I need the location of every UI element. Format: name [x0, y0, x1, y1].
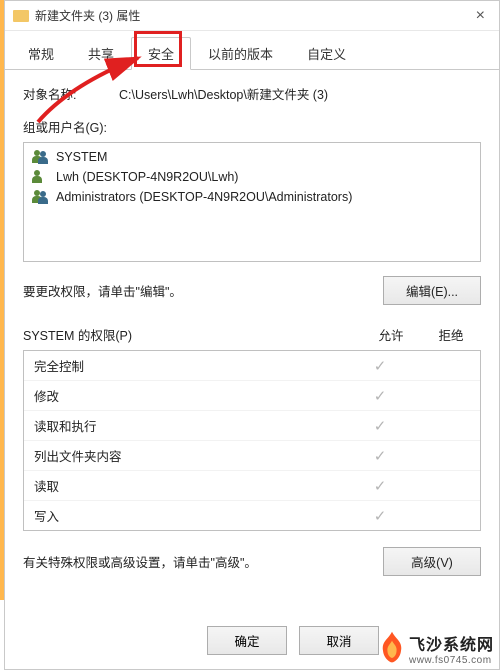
permission-name: 写入 [34, 506, 350, 525]
table-row: 修改 ✓ [24, 381, 480, 411]
title-bar: 新建文件夹 (3) 属性 × [5, 1, 499, 31]
allow-column-header: 允许 [361, 325, 421, 344]
edit-row: 要更改权限，请单击"编辑"。 编辑(E)... [23, 276, 481, 305]
list-item[interactable]: Lwh (DESKTOP-4N9R2OU\Lwh) [28, 167, 476, 187]
object-name-value: C:\Users\Lwh\Desktop\新建文件夹 (3) [119, 84, 328, 103]
users-icon [32, 150, 50, 164]
group-user-list[interactable]: SYSTEM Lwh (DESKTOP-4N9R2OU\Lwh) Adminis… [23, 142, 481, 262]
ok-button[interactable]: 确定 [207, 626, 287, 655]
tab-share[interactable]: 共享 [71, 37, 131, 69]
permissions-header: SYSTEM 的权限(P) 允许 拒绝 [23, 325, 481, 344]
group-name: Lwh (DESKTOP-4N9R2OU\Lwh) [56, 170, 238, 184]
user-icon [32, 170, 50, 184]
advanced-button[interactable]: 高级(V) [383, 547, 481, 576]
folder-icon [13, 10, 29, 22]
table-row: 读取和执行 ✓ [24, 411, 480, 441]
cancel-button[interactable]: 取消 [299, 626, 379, 655]
flame-icon [377, 630, 407, 666]
dialog-buttons: 确定 取消 [207, 626, 379, 655]
edit-button[interactable]: 编辑(E)... [383, 276, 481, 305]
tab-security[interactable]: 安全 [131, 37, 191, 70]
advanced-hint-text: 有关特殊权限或高级设置，请单击"高级"。 [23, 552, 257, 571]
group-users-label: 组或用户名(G): [23, 117, 481, 136]
permission-name: 完全控制 [34, 356, 350, 375]
table-row: 读取 ✓ [24, 471, 480, 501]
advanced-row: 有关特殊权限或高级设置，请单击"高级"。 高级(V) [23, 547, 481, 576]
permissions-header-label: SYSTEM 的权限(P) [23, 325, 132, 344]
tab-custom[interactable]: 自定义 [290, 37, 363, 69]
properties-dialog: 新建文件夹 (3) 属性 × 常规 共享 安全 以前的版本 自定义 对象名称: … [4, 0, 500, 670]
object-name-row: 对象名称: C:\Users\Lwh\Desktop\新建文件夹 (3) [23, 84, 481, 103]
window-title: 新建文件夹 (3) 属性 [35, 7, 140, 24]
permission-name: 修改 [34, 386, 350, 405]
watermark-url: www.fs0745.com [409, 655, 494, 666]
table-row: 写入 ✓ [24, 501, 480, 531]
users-icon [32, 190, 50, 204]
tab-strip: 常规 共享 安全 以前的版本 自定义 [5, 31, 499, 70]
watermark: 飞沙系统网 www.fs0745.com [377, 630, 494, 666]
allow-check-icon: ✓ [350, 357, 410, 375]
permissions-list: 完全控制 ✓ 修改 ✓ 读取和执行 ✓ 列出文件夹内容 ✓ 读取 ✓ [23, 350, 481, 531]
allow-check-icon: ✓ [350, 507, 410, 525]
permission-name: 读取和执行 [34, 416, 350, 435]
allow-check-icon: ✓ [350, 387, 410, 405]
permission-name: 列出文件夹内容 [34, 446, 350, 465]
watermark-title: 飞沙系统网 [409, 631, 494, 655]
tab-previous-versions[interactable]: 以前的版本 [191, 37, 290, 69]
allow-check-icon: ✓ [350, 477, 410, 495]
object-name-label: 对象名称: [23, 84, 119, 103]
deny-column-header: 拒绝 [421, 325, 481, 344]
group-name: SYSTEM [56, 150, 107, 164]
group-name: Administrators (DESKTOP-4N9R2OU\Administ… [56, 190, 352, 204]
list-item[interactable]: SYSTEM [28, 147, 476, 167]
edit-hint-text: 要更改权限，请单击"编辑"。 [23, 281, 182, 300]
allow-check-icon: ✓ [350, 447, 410, 465]
tab-general[interactable]: 常规 [11, 37, 71, 69]
table-row: 列出文件夹内容 ✓ [24, 441, 480, 471]
tab-content: 对象名称: C:\Users\Lwh\Desktop\新建文件夹 (3) 组或用… [5, 70, 499, 590]
table-row: 完全控制 ✓ [24, 351, 480, 381]
allow-check-icon: ✓ [350, 417, 410, 435]
list-item[interactable]: Administrators (DESKTOP-4N9R2OU\Administ… [28, 187, 476, 207]
close-icon[interactable]: × [470, 7, 491, 25]
permission-name: 读取 [34, 476, 350, 495]
